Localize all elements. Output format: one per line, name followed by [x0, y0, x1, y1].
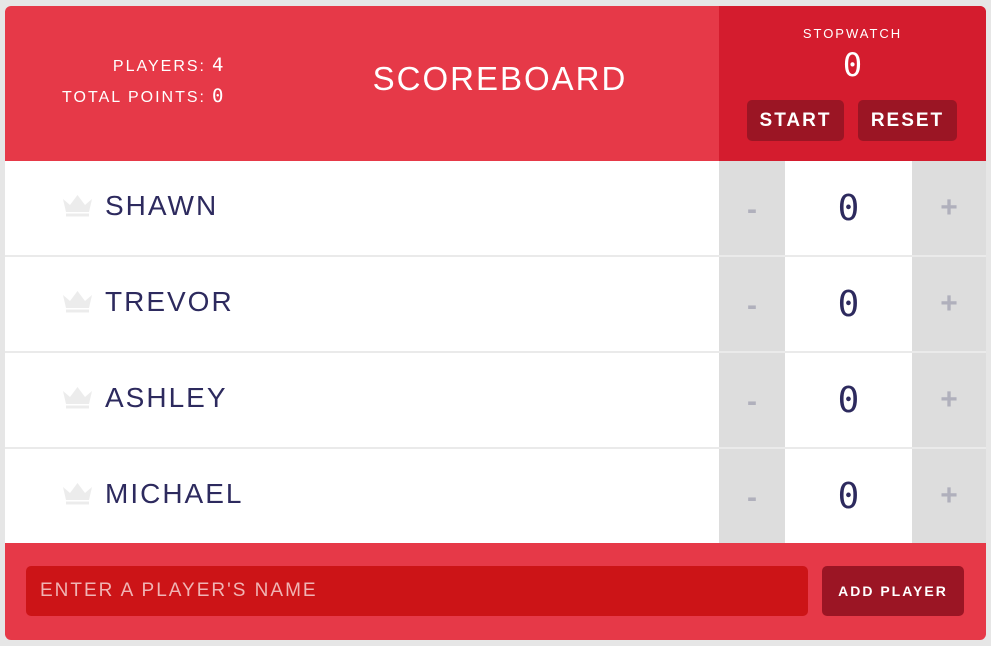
start-button[interactable]: START: [747, 100, 844, 141]
stopwatch: STOPWATCH 0 START RESET: [719, 6, 986, 161]
player-row: ASHLEY - 0 +: [5, 353, 986, 449]
player-row: TREVOR - 0 +: [5, 257, 986, 353]
total-points-stat: TOTAL POINTS: 0: [5, 85, 237, 116]
add-player-button[interactable]: ADD PLAYER: [822, 566, 964, 616]
player-name: SHAWN: [105, 190, 219, 221]
reset-button[interactable]: RESET: [858, 100, 957, 141]
score-counter: - 0 +: [719, 161, 986, 255]
player-score: 0: [785, 161, 912, 255]
players-label: PLAYERS:: [112, 58, 206, 75]
player-name: TREVOR: [105, 286, 234, 317]
page-title: SCOREBOARD: [372, 60, 628, 97]
decrement-button[interactable]: -: [719, 449, 785, 543]
crown-icon[interactable]: [61, 193, 94, 217]
crown-icon[interactable]: [61, 385, 94, 409]
increment-button[interactable]: +: [912, 449, 986, 543]
player-score: 0: [785, 449, 912, 543]
stopwatch-time: 0: [842, 46, 863, 84]
scoreboard: PLAYERS: 4 TOTAL POINTS: 0 SCOREBOARD ST…: [5, 6, 986, 640]
decrement-button[interactable]: -: [719, 161, 785, 255]
increment-button[interactable]: +: [912, 161, 986, 255]
increment-button[interactable]: +: [912, 257, 986, 351]
decrement-button[interactable]: -: [719, 257, 785, 351]
player-name-input[interactable]: [26, 566, 808, 616]
player-score: 0: [785, 257, 912, 351]
score-counter: - 0 +: [719, 449, 986, 543]
decrement-button[interactable]: -: [719, 353, 785, 447]
total-points-label: TOTAL POINTS:: [62, 89, 206, 106]
score-counter: - 0 +: [719, 353, 986, 447]
players-count: 4: [212, 54, 224, 76]
player-row: MICHAEL - 0 +: [5, 449, 986, 543]
player-name: ASHLEY: [105, 382, 228, 413]
score-counter: - 0 +: [719, 257, 986, 351]
players-stat: PLAYERS: 4: [5, 54, 237, 85]
increment-button[interactable]: +: [912, 353, 986, 447]
total-points-value: 0: [212, 85, 224, 107]
player-name: MICHAEL: [105, 478, 244, 509]
add-player-form: ADD PLAYER: [5, 543, 986, 640]
header: PLAYERS: 4 TOTAL POINTS: 0 SCOREBOARD ST…: [5, 6, 986, 161]
stopwatch-title: STOPWATCH: [802, 26, 903, 41]
crown-icon[interactable]: [61, 289, 94, 313]
player-score: 0: [785, 353, 912, 447]
player-row: SHAWN - 0 +: [5, 161, 986, 257]
player-list: SHAWN - 0 + TREVOR - 0 + ASHLEY - 0 + MI…: [5, 161, 986, 543]
crown-icon[interactable]: [61, 481, 94, 505]
stats-panel: PLAYERS: 4 TOTAL POINTS: 0: [5, 54, 237, 116]
